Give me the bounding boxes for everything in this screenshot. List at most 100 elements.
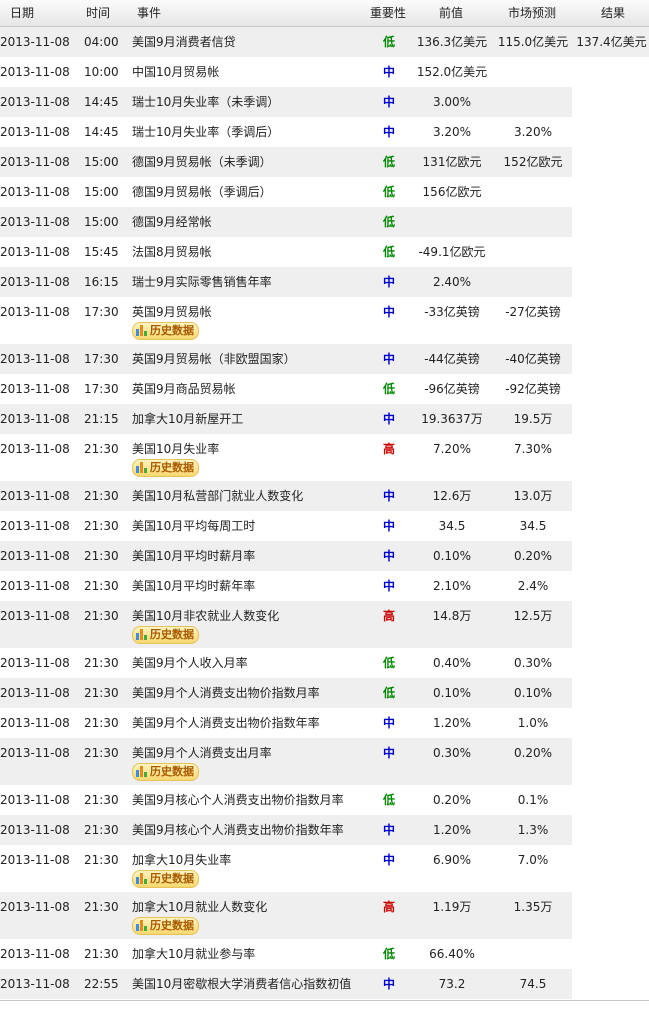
row-time: 21:30: [84, 442, 119, 456]
row-forecast: 34.5: [519, 519, 547, 533]
table-row: 2013-11-08 21:30 加拿大10月就业参与率 低 66.40%: [0, 939, 649, 969]
row-importance: 中: [382, 305, 395, 319]
table-row: 2013-11-08 21:30 美国10月非农就业人数变化 高 14.8万 12.5万历…: [0, 601, 649, 648]
row-time: 14:45: [84, 95, 119, 109]
row-importance: 中: [382, 823, 395, 837]
row-forecast: 0.20%: [513, 746, 553, 760]
history-data-button[interactable]: 历史数据: [132, 626, 199, 644]
row-event: 德国9月贸易帐（季调后）: [132, 185, 272, 199]
row-forecast: 13.0万: [513, 489, 553, 503]
row-date: 2013-11-08: [0, 352, 70, 366]
row-time: 21:30: [84, 489, 119, 503]
row-time: 21:30: [84, 823, 119, 837]
row-event: 加拿大10月就业参与率: [132, 947, 256, 961]
row-importance: 低: [382, 155, 395, 169]
row-importance: 中: [382, 519, 395, 533]
row-importance: 中: [382, 853, 395, 867]
row-time: 21:15: [84, 412, 119, 426]
row-importance: 高: [382, 609, 395, 623]
row-time: 22:55: [84, 977, 119, 991]
row-event: 瑞士9月实际零售销售年率: [132, 275, 272, 289]
history-data-button[interactable]: 历史数据: [132, 870, 199, 888]
table-row: 2013-11-08 21:30 美国10月平均每周工时 中 34.5 34.5: [0, 511, 649, 541]
row-time: 04:00: [84, 35, 119, 49]
row-date: 2013-11-08: [0, 900, 70, 914]
row-event: 美国9月个人消费支出月率: [132, 746, 272, 760]
row-importance: 中: [382, 977, 395, 991]
table-row: 2013-11-08 10:00 中国10月贸易帐 中 152.0亿美元: [0, 57, 649, 87]
row-time: 15:00: [84, 155, 119, 169]
row-previous: 3.20%: [432, 125, 472, 139]
table-row: 2013-11-08 17:30 英国9月贸易帐 中 -33亿英镑 -27亿英镑 历史数据: [0, 297, 649, 344]
row-event: 加拿大10月失业率: [132, 853, 232, 867]
row-importance: 低: [382, 215, 395, 229]
row-forecast: -27亿英镑: [505, 305, 561, 319]
row-previous: 1.20%: [432, 716, 472, 730]
table-row: 2013-11-08 21:30 美国9月核心个人消费支出物价指数月率 低 0.20% 0…: [0, 785, 649, 815]
row-date: 2013-11-08: [0, 793, 70, 807]
row-date: 2013-11-08: [0, 656, 70, 670]
row-importance: 中: [382, 65, 395, 79]
row-event: 瑞士10月失业率（未季调）: [132, 95, 280, 109]
row-event: 英国9月贸易帐: [132, 305, 212, 319]
row-forecast: -40亿英镑: [505, 352, 561, 366]
row-time: 15:00: [84, 215, 119, 229]
row-event: 美国10月非农就业人数变化: [132, 609, 280, 623]
row-importance: 低: [382, 656, 395, 670]
row-importance: 中: [382, 352, 395, 366]
row-event: 中国10月贸易帐: [132, 65, 220, 79]
row-event: 美国10月平均时薪月率: [132, 549, 256, 563]
history-data-label: 历史数据: [150, 628, 194, 641]
table-row: 2013-11-08 17:30 英国9月贸易帐（非欧盟国家） 中 -44亿英镑 -40亿…: [0, 344, 649, 374]
table-row: 2013-11-08 14:45 瑞士10月失业率（季调后） 中 3.20% 3.20%: [0, 117, 649, 147]
row-event: 美国9月核心个人消费支出物价指数年率: [132, 823, 344, 837]
table-row: 2013-11-08 22:55 美国10月密歇根大学消费者信心指数初值 中 73.2 7…: [0, 969, 649, 999]
bar-chart-icon: [136, 872, 148, 884]
table-row: 2013-11-08 21:30 美国9月核心个人消费支出物价指数年率 中 1.20% 1…: [0, 815, 649, 845]
row-importance: 高: [382, 900, 395, 914]
row-date: 2013-11-08: [0, 519, 70, 533]
history-data-button[interactable]: 历史数据: [132, 917, 199, 935]
row-time: 14:45: [84, 125, 119, 139]
table-bottom-border: [0, 1000, 649, 1001]
history-data-button[interactable]: 历史数据: [132, 322, 199, 340]
history-data-button[interactable]: 历史数据: [132, 459, 199, 477]
row-date: 2013-11-08: [0, 35, 70, 49]
header-date: 日期: [10, 6, 35, 20]
row-forecast: 1.0%: [517, 716, 549, 730]
bar-chart-icon: [136, 324, 148, 336]
row-event: 美国10月失业率: [132, 442, 220, 456]
table-row: 2013-11-08 14:45 瑞士10月失业率（未季调） 中 3.00%: [0, 87, 649, 117]
row-forecast: 3.20%: [513, 125, 553, 139]
row-date: 2013-11-08: [0, 686, 70, 700]
header-importance: 重要性: [370, 6, 407, 20]
row-forecast: 115.0亿美元: [497, 35, 569, 49]
header-previous: 前值: [439, 6, 464, 20]
row-date: 2013-11-08: [0, 853, 70, 867]
row-time: 21:30: [84, 947, 119, 961]
row-time: 21:30: [84, 656, 119, 670]
row-time: 17:30: [84, 305, 119, 319]
row-forecast: 7.30%: [513, 442, 553, 456]
row-importance: 中: [382, 746, 395, 760]
history-data-label: 历史数据: [150, 461, 194, 474]
table-row: 2013-11-08 21:30 美国10月平均时薪月率 中 0.10% 0.20%: [0, 541, 649, 571]
table-row: 2013-11-08 17:30 英国9月商品贸易帐 低 -96亿英镑 -92亿英镑: [0, 374, 649, 404]
row-previous: 73.2: [438, 977, 466, 991]
row-event: 美国10月平均时薪年率: [132, 579, 256, 593]
row-event: 美国10月密歇根大学消费者信心指数初值: [132, 977, 352, 991]
row-importance: 低: [382, 686, 395, 700]
row-forecast: 74.5: [519, 977, 547, 991]
row-previous: 2.40%: [432, 275, 472, 289]
history-data-button[interactable]: 历史数据: [132, 763, 199, 781]
row-importance: 中: [382, 125, 395, 139]
row-importance: 中: [382, 716, 395, 730]
row-previous: 2.10%: [432, 579, 472, 593]
history-data-label: 历史数据: [150, 919, 194, 932]
table-row: 2013-11-08 15:00 德国9月贸易帐（未季调） 低 131亿欧元 152亿欧元: [0, 147, 649, 177]
row-date: 2013-11-08: [0, 215, 70, 229]
history-data-label: 历史数据: [150, 324, 194, 337]
row-previous: 3.00%: [432, 95, 472, 109]
table-row: 2013-11-08 21:30 美国10月平均时薪年率 中 2.10% 2.4%: [0, 571, 649, 601]
table-row: 2013-11-08 15:00 德国9月贸易帐（季调后） 低 156亿欧元: [0, 177, 649, 207]
